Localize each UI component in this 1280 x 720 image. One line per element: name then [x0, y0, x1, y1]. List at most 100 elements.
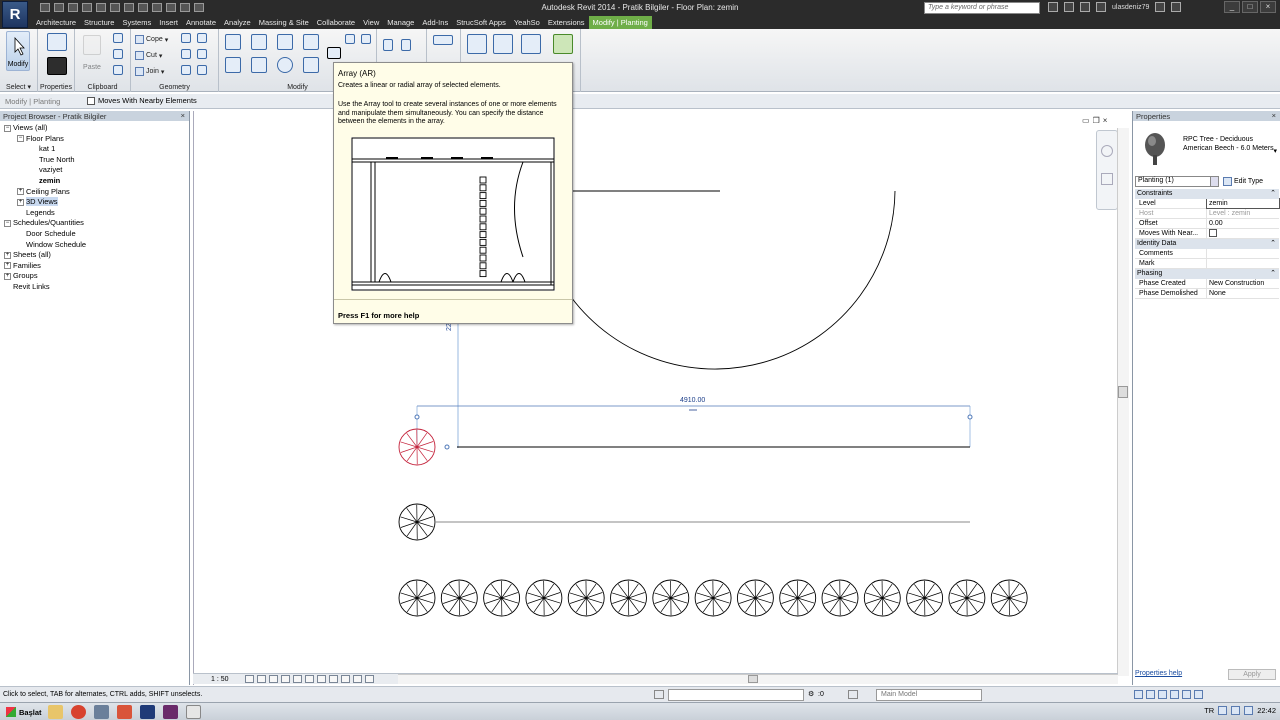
cope-button[interactable]: Cope ▾ — [135, 34, 168, 45]
detail-level-icon[interactable] — [245, 675, 254, 683]
tab-architecture[interactable]: Architecture — [32, 16, 80, 29]
tree-item[interactable]: True North — [0, 155, 189, 166]
moves-with-nearby-checkbox[interactable]: Moves With Nearby Elements — [87, 96, 197, 105]
array-tree-symbol[interactable] — [821, 579, 859, 617]
tree-item[interactable]: vaziyet — [0, 165, 189, 176]
tree-item[interactable]: − Floor Plans — [0, 134, 189, 145]
highlight-displacement-icon[interactable] — [365, 675, 374, 683]
help-search-input[interactable]: Type a keyword or phrase — [924, 2, 1040, 14]
edit-type-button[interactable]: Edit Type — [1223, 176, 1263, 186]
horizontal-scrollbar[interactable] — [398, 674, 1118, 684]
expand-icon[interactable]: + — [4, 272, 11, 280]
tab-annotate[interactable]: Annotate — [182, 16, 220, 29]
type-dropdown-icon[interactable]: ▾ — [1273, 147, 1277, 155]
tab-yeahso[interactable]: YeahSo — [510, 16, 544, 29]
array-tree-symbol[interactable] — [906, 579, 944, 617]
array-tree-symbol[interactable] — [694, 579, 732, 617]
tab-view[interactable]: View — [359, 16, 383, 29]
property-value[interactable] — [1207, 229, 1279, 238]
collapse-icon[interactable]: ⌃ — [1270, 269, 1276, 279]
property-value[interactable] — [1207, 249, 1279, 258]
tab-insert[interactable]: Insert — [155, 16, 182, 29]
property-value[interactable]: zemin — [1206, 198, 1280, 209]
array-tree-symbol[interactable] — [525, 579, 563, 617]
override-icon[interactable] — [401, 39, 411, 51]
tree-item[interactable]: Door Schedule — [0, 229, 189, 240]
worksets-icon[interactable] — [654, 690, 664, 699]
array-tree-symbol[interactable] — [652, 579, 690, 617]
tree-item[interactable]: +3D Views — [0, 197, 189, 208]
checkbox-box[interactable] — [87, 96, 95, 105]
volume-icon[interactable] — [1244, 706, 1254, 715]
temp-hide-icon[interactable] — [317, 675, 326, 683]
array-tree-symbol[interactable] — [736, 579, 774, 617]
selected-tree-symbol[interactable] — [398, 428, 436, 466]
chevron-down-icon[interactable] — [1210, 176, 1218, 186]
paste-button[interactable]: Paste — [80, 33, 104, 73]
binoculars-icon[interactable] — [1048, 2, 1058, 12]
mirror-draw-axis-icon[interactable] — [303, 34, 319, 50]
modify-button[interactable]: Modify — [6, 31, 30, 71]
array-tree-symbol[interactable] — [990, 579, 1028, 617]
collapse-icon[interactable]: − — [4, 124, 11, 132]
pick-new-host-icon[interactable] — [553, 34, 573, 54]
collapse-icon[interactable]: − — [17, 135, 24, 143]
join-button[interactable]: Join ▾ — [135, 66, 164, 77]
properties-help-link[interactable]: Properties help — [1135, 670, 1182, 677]
copy-clipboard-icon[interactable] — [113, 49, 123, 59]
mirror-pick-axis-icon[interactable] — [277, 34, 293, 50]
rotate-icon[interactable] — [277, 57, 293, 73]
array-tree-symbol[interactable] — [948, 579, 986, 617]
steering-wheel-icon[interactable] — [1101, 145, 1113, 157]
view-scale[interactable]: 1 : 50 — [211, 676, 229, 683]
exchange-icon[interactable] — [1155, 2, 1166, 12]
array-tree-symbol[interactable] — [567, 579, 605, 617]
collapse-icon[interactable]: ⌃ — [1270, 239, 1276, 249]
help-icon[interactable] — [1171, 2, 1182, 12]
editable-only-icon[interactable]: ⚙ — [808, 690, 814, 698]
select-underlay-icon[interactable] — [1146, 690, 1155, 699]
tree-item[interactable]: + Ceiling Plans — [0, 187, 189, 198]
view-close-button[interactable]: × — [1103, 116, 1108, 125]
select-pinned-icon[interactable] — [1158, 690, 1167, 699]
tree-item[interactable]: − Views (all) — [0, 123, 189, 134]
array-tree-symbol[interactable] — [610, 579, 647, 617]
beam-column-join-icon[interactable] — [181, 65, 191, 75]
type-properties-icon[interactable] — [47, 33, 67, 51]
favorites-icon[interactable] — [1096, 2, 1106, 12]
horizontal-scroll-thumb[interactable] — [748, 675, 758, 683]
communication-icon[interactable] — [1080, 2, 1090, 12]
type-selector[interactable]: RPC Tree - Deciduous American Beech - 6.… — [1135, 127, 1279, 175]
tray-icon-1[interactable] — [1218, 706, 1228, 715]
apply-button[interactable]: Apply — [1228, 669, 1276, 680]
property-checkbox[interactable] — [1209, 229, 1217, 237]
property-group-header[interactable]: Identity Data ⌃ — [1135, 239, 1279, 249]
tab-modify-planting[interactable]: Modify | Planting — [588, 16, 652, 29]
tree-row2[interactable] — [398, 503, 436, 541]
tree-item[interactable]: Legends — [0, 208, 189, 219]
tree-item[interactable]: Window Schedule — [0, 240, 189, 251]
expand-icon[interactable]: + — [4, 262, 11, 270]
align-icon[interactable] — [225, 34, 241, 50]
tree-item[interactable]: − Schedules/Quantities — [0, 218, 189, 229]
subscription-icon[interactable] — [1064, 2, 1074, 12]
copy-icon[interactable] — [345, 34, 355, 44]
temp-view-props-icon[interactable] — [341, 675, 350, 683]
tab-manage[interactable]: Manage — [383, 16, 418, 29]
reveal-hidden-icon[interactable] — [329, 675, 338, 683]
workset-dropdown[interactable] — [668, 689, 804, 701]
tree-item[interactable]: Revit Links — [0, 282, 189, 293]
tree-item[interactable]: zemin — [0, 176, 189, 187]
drag-elements-icon[interactable] — [1182, 690, 1191, 699]
array-icon[interactable] — [327, 47, 341, 59]
chrome-icon[interactable] — [71, 705, 86, 719]
demolish-icon[interactable] — [197, 49, 207, 59]
tab-massing-site[interactable]: Massing & Site — [255, 16, 313, 29]
tree-item[interactable]: kat 1 — [0, 144, 189, 155]
offset-icon[interactable] — [251, 34, 267, 50]
view-restore-button[interactable]: ❐ — [1093, 116, 1100, 125]
array-tree-symbol[interactable] — [779, 579, 817, 617]
view-minimize-button[interactable]: ▭ — [1082, 116, 1090, 125]
create-group-icon[interactable] — [467, 34, 487, 54]
match-properties-icon[interactable] — [113, 65, 123, 75]
